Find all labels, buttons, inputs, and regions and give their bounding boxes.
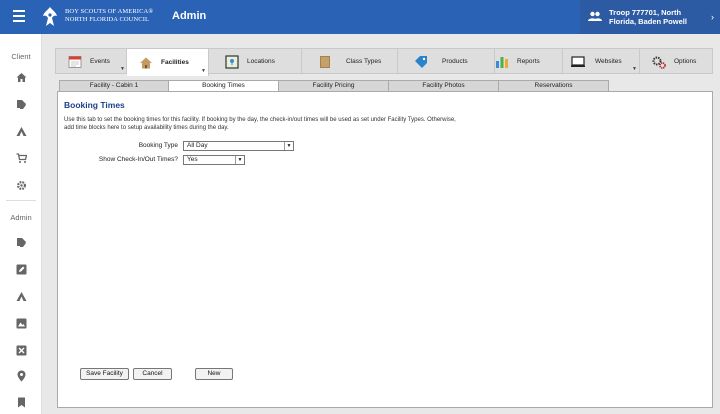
home-icon[interactable] xyxy=(15,71,27,83)
checkin-row: Show Check-In/Out Times? Yes ▼ xyxy=(58,155,358,165)
tab-facilities[interactable]: Facilities ▼ xyxy=(127,49,209,76)
org-name: BOY SCOUTS OF AMERICA® NORTH FLORIDA COU… xyxy=(65,8,154,23)
section-description: Use this tab to set the booking times fo… xyxy=(64,117,456,131)
map-icon xyxy=(225,54,239,69)
sidebar-section-client: Client xyxy=(11,52,31,61)
section-title: Booking Times xyxy=(64,100,125,110)
house-icon xyxy=(140,57,152,68)
page-title: Admin xyxy=(172,10,207,22)
dropdown-arrow-icon: ▼ xyxy=(284,142,293,150)
booking-type-select[interactable]: All Day ▼ xyxy=(183,141,294,151)
tab-options[interactable]: Options xyxy=(640,49,712,74)
menu-icon[interactable] xyxy=(13,10,25,22)
main-content: Events ▼ Facilities ▼ Locations Class Ty… xyxy=(55,48,713,408)
booking-type-label: Booking Type xyxy=(138,142,178,149)
dropdown-arrow-icon: ▼ xyxy=(235,156,244,164)
tab-websites[interactable]: Websites ▼ xyxy=(563,49,640,74)
tickets-admin-icon[interactable] xyxy=(15,236,27,248)
sidebar-section-admin: Admin xyxy=(10,213,32,222)
cancel-button[interactable]: Cancel xyxy=(133,368,172,380)
tab-class-types[interactable]: Class Types xyxy=(302,49,398,74)
tab-locations[interactable]: Locations xyxy=(209,49,302,74)
location-pin-icon[interactable] xyxy=(15,370,27,382)
tag-icon xyxy=(415,55,427,68)
chevron-down-icon: ▼ xyxy=(632,66,637,72)
group-icon xyxy=(588,11,602,21)
cart-icon[interactable] xyxy=(15,152,27,164)
chevron-down-icon: ▼ xyxy=(201,68,206,74)
sidebar-divider xyxy=(6,200,36,201)
gears-icon xyxy=(652,56,666,69)
bar-chart-icon xyxy=(496,56,508,68)
tab-products[interactable]: Products xyxy=(398,49,495,74)
tab-events[interactable]: Events ▼ xyxy=(56,49,127,74)
image-icon[interactable] xyxy=(15,317,27,329)
close-box-icon[interactable] xyxy=(15,344,27,356)
tab-reports[interactable]: Reports xyxy=(495,49,563,74)
app-header: BOY SCOUTS OF AMERICA® NORTH FLORIDA COU… xyxy=(0,0,720,34)
tent-admin-icon[interactable] xyxy=(15,290,27,302)
sidebar: Client Admin xyxy=(0,34,42,414)
top-tab-bar: Events ▼ Facilities ▼ Locations Class Ty… xyxy=(55,48,713,76)
new-button[interactable]: New xyxy=(195,368,233,380)
troop-name: Troop 777701, North Florida, Baden Powel… xyxy=(609,8,687,26)
bookmark-icon[interactable] xyxy=(15,396,27,408)
monitor-icon xyxy=(571,55,585,67)
gear-icon[interactable] xyxy=(15,179,27,191)
calendar-icon xyxy=(68,55,82,68)
book-icon xyxy=(320,55,330,68)
tickets-icon[interactable] xyxy=(15,98,27,110)
save-facility-button[interactable]: Save Facility xyxy=(80,368,129,380)
checkin-select[interactable]: Yes ▼ xyxy=(183,155,245,165)
chevron-down-icon: ▼ xyxy=(120,66,125,72)
booking-type-row: Booking Type All Day ▼ xyxy=(58,141,358,151)
chevron-right-icon: › xyxy=(711,12,714,22)
troop-selector[interactable]: Troop 777701, North Florida, Baden Powel… xyxy=(580,0,720,34)
booking-times-panel: Booking Times Use this tab to set the bo… xyxy=(57,91,713,408)
bsa-logo-icon xyxy=(43,7,57,26)
checkin-label: Show Check-In/Out Times? xyxy=(98,156,178,163)
tent-icon[interactable] xyxy=(15,125,27,137)
edit-icon[interactable] xyxy=(15,263,27,275)
